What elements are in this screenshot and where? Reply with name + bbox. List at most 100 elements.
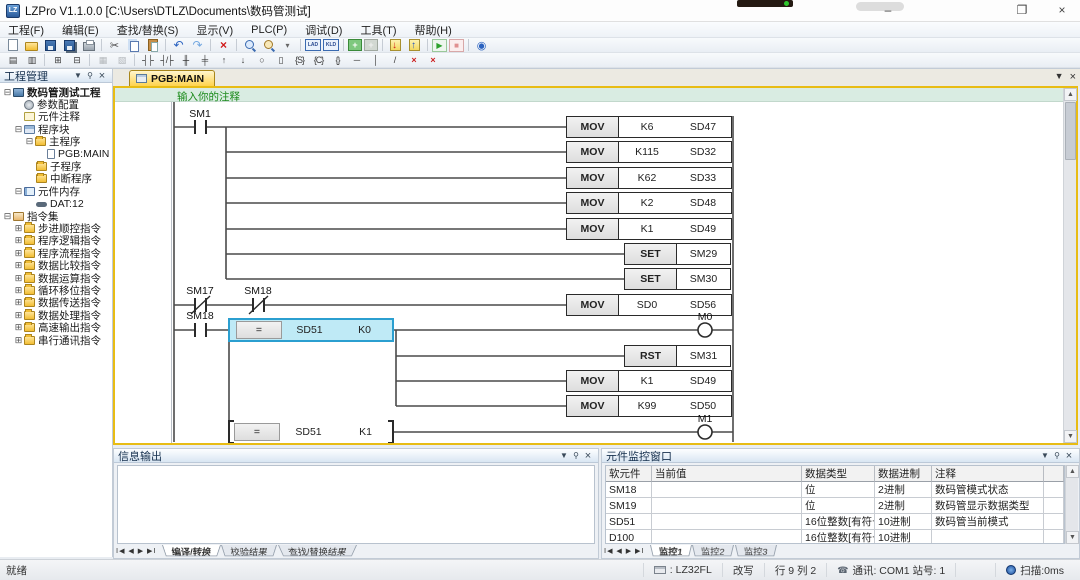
menu-help[interactable]: 帮助(H) bbox=[415, 22, 452, 38]
falling-edge-button[interactable]: ↓ bbox=[234, 53, 251, 67]
expander-icon[interactable]: ⊞ bbox=[13, 285, 24, 296]
monitor-row-sm19[interactable]: SM19位2进制数码管显示数据类型 bbox=[606, 498, 1064, 514]
ladder-editor[interactable]: 输入你的注释 bbox=[113, 86, 1078, 445]
open-project-button[interactable] bbox=[23, 38, 40, 52]
tab-check-result[interactable]: 校验结果 bbox=[221, 545, 277, 556]
tree-item-serial-instructions[interactable]: ⊞串行通讯指令 bbox=[0, 334, 112, 346]
open-contact-button[interactable]: ┤├ bbox=[139, 53, 156, 67]
brace-instruction-button[interactable]: {} bbox=[329, 53, 346, 67]
close-button[interactable]: × bbox=[1047, 0, 1077, 20]
horizontal-line-button[interactable]: ─ bbox=[348, 53, 365, 67]
tab-close-icon[interactable]: × bbox=[1070, 71, 1076, 83]
menu-project[interactable]: 工程(F) bbox=[8, 22, 44, 38]
scroll-up-icon[interactable]: ▲ bbox=[1066, 465, 1079, 478]
paste-button[interactable] bbox=[144, 38, 161, 52]
delete-row-button[interactable]: ⊟ bbox=[68, 53, 85, 67]
expander-icon[interactable]: ⊟ bbox=[13, 186, 24, 197]
restore-button[interactable]: ❐ bbox=[1007, 0, 1037, 20]
monitor-row-sm18[interactable]: SM18位2进制数码管模式状态 bbox=[606, 482, 1064, 498]
set-instruction-button[interactable]: {S} bbox=[291, 53, 308, 67]
expander-icon[interactable]: ⊟ bbox=[13, 124, 24, 135]
monitor-vertical-scrollbar[interactable]: ▲ ▼ bbox=[1065, 465, 1078, 544]
instruction-mov-k115-sd32[interactable]: MOVK115SD32 bbox=[566, 141, 732, 163]
instruction-rst-sm31[interactable]: RSTSM31 bbox=[624, 345, 731, 367]
toolbar-overflow-button[interactable]: ▾ bbox=[279, 38, 296, 52]
monitor-button[interactable]: ◉ bbox=[473, 38, 490, 52]
delete-button[interactable]: × bbox=[215, 38, 232, 52]
delete-line-button[interactable]: × bbox=[405, 53, 422, 67]
panel-menu-icon[interactable]: ▼ bbox=[1039, 451, 1051, 460]
expander-icon[interactable]: ⊞ bbox=[13, 310, 24, 321]
expander-icon[interactable]: ⊞ bbox=[13, 248, 24, 259]
instruction-mov-k1-sd49-2[interactable]: MOVK1SD49 bbox=[566, 370, 732, 392]
tab-nav-arrows[interactable]: Ⅰ◀ ◀ ▶ ▶Ⅰ bbox=[604, 547, 645, 555]
tab-pgb-main[interactable]: PGB:MAIN bbox=[129, 70, 215, 86]
expander-icon[interactable]: ⊟ bbox=[2, 87, 13, 98]
expander-icon[interactable]: ⊞ bbox=[13, 322, 24, 333]
instruction-mov-k6-sd47[interactable]: MOVK6SD47 bbox=[566, 116, 732, 138]
coil-button[interactable]: ○ bbox=[253, 53, 270, 67]
contact-label-sm18[interactable]: SM18 bbox=[238, 285, 278, 297]
il-symbol-button[interactable]: ▥ bbox=[23, 53, 40, 67]
closed-contact-button[interactable]: ┤/├ bbox=[158, 53, 175, 67]
close-icon[interactable]: × bbox=[582, 450, 594, 462]
instruction-mov-k62-sd33[interactable]: MOVK62SD33 bbox=[566, 167, 732, 189]
il-view-button[interactable]: KLD bbox=[323, 39, 339, 51]
vertical-line-button[interactable]: │ bbox=[367, 53, 384, 67]
minimize-button[interactable]: – bbox=[873, 0, 903, 20]
instruction-box-button[interactable]: ▯ bbox=[272, 53, 289, 67]
tree-item-main-program[interactable]: ⊟主程序 bbox=[0, 136, 112, 148]
save-button[interactable] bbox=[42, 38, 59, 52]
expander-icon[interactable]: ⊞ bbox=[13, 335, 24, 346]
diagonal-line-button[interactable]: / bbox=[386, 53, 403, 67]
monitor-row-d100[interactable]: D10016位整数[有符号]10进制 bbox=[606, 530, 1064, 544]
contact-label-sm1[interactable]: SM1 bbox=[180, 108, 220, 120]
reset-instruction-button[interactable]: {C} bbox=[310, 53, 327, 67]
compare-sd51-k0-selected[interactable]: =SD51K0 bbox=[228, 318, 394, 342]
scroll-thumb[interactable] bbox=[1065, 102, 1076, 160]
ladder-vertical-scrollbar[interactable]: ▲ ▼ bbox=[1063, 88, 1076, 443]
download-to-plc-button[interactable] bbox=[387, 38, 404, 52]
expander-icon[interactable]: ⊞ bbox=[13, 235, 24, 246]
contact-label-sm18-2[interactable]: SM18 bbox=[180, 310, 220, 322]
convert-button[interactable]: + bbox=[348, 39, 362, 51]
insert-row-button[interactable]: ⊞ bbox=[49, 53, 66, 67]
panel-menu-icon[interactable]: ▼ bbox=[558, 451, 570, 460]
tab-monitor-2[interactable]: 监控2 bbox=[692, 545, 734, 556]
redo-button[interactable]: ↷ bbox=[189, 38, 206, 52]
menu-view[interactable]: 显示(V) bbox=[196, 22, 233, 38]
contact-label-sm17[interactable]: SM17 bbox=[180, 285, 220, 297]
pin-icon[interactable]: ⚲ bbox=[1051, 451, 1063, 460]
parallel-open-contact-button[interactable]: ╫ bbox=[177, 53, 194, 67]
info-output-content[interactable] bbox=[117, 465, 595, 544]
coil-label-m1[interactable]: M1 bbox=[690, 413, 720, 425]
expander-icon[interactable]: ⊞ bbox=[13, 260, 24, 271]
ladder-canvas[interactable]: 输入你的注释 bbox=[115, 88, 1063, 443]
find-replace-button[interactable] bbox=[260, 38, 277, 52]
ladder-symbol-button[interactable]: ▤ bbox=[4, 53, 21, 67]
new-file-button[interactable] bbox=[4, 38, 21, 52]
expander-icon[interactable]: ⊟ bbox=[24, 136, 35, 147]
tab-monitor-1[interactable]: 监控1 bbox=[650, 545, 692, 556]
tab-find-replace-result[interactable]: 查找/替换结果 bbox=[278, 545, 357, 556]
save-all-button[interactable] bbox=[61, 38, 78, 52]
expander-icon[interactable]: ⊞ bbox=[13, 273, 24, 284]
tab-list-icon[interactable]: ▼ bbox=[1055, 71, 1064, 83]
close-icon[interactable]: × bbox=[96, 70, 108, 82]
instruction-set-sm29[interactable]: SETSM29 bbox=[624, 243, 731, 265]
coil-label-m0[interactable]: M0 bbox=[690, 311, 720, 323]
monitor-row-sd51[interactable]: SD5116位整数[有符号]10进制数码管当前模式 bbox=[606, 514, 1064, 530]
pin-icon[interactable]: ⚲ bbox=[570, 451, 582, 460]
expander-icon[interactable]: ⊞ bbox=[13, 223, 24, 234]
compare-sd51-k1[interactable]: =SD51K1 bbox=[228, 420, 394, 443]
tab-compile-convert[interactable]: 编译/转换 bbox=[162, 545, 221, 556]
close-icon[interactable]: × bbox=[1063, 450, 1075, 462]
find-button[interactable] bbox=[241, 38, 258, 52]
undo-button[interactable]: ↶ bbox=[170, 38, 187, 52]
expander-icon[interactable]: ⊟ bbox=[2, 211, 13, 222]
cut-button[interactable]: ✂ bbox=[106, 38, 123, 52]
instruction-set-sm30[interactable]: SETSM30 bbox=[624, 268, 731, 290]
instruction-mov-k2-sd48[interactable]: MOVK2SD48 bbox=[566, 192, 732, 214]
rising-edge-button[interactable]: ↑ bbox=[215, 53, 232, 67]
ladder-view-button[interactable]: LAD bbox=[305, 39, 321, 51]
